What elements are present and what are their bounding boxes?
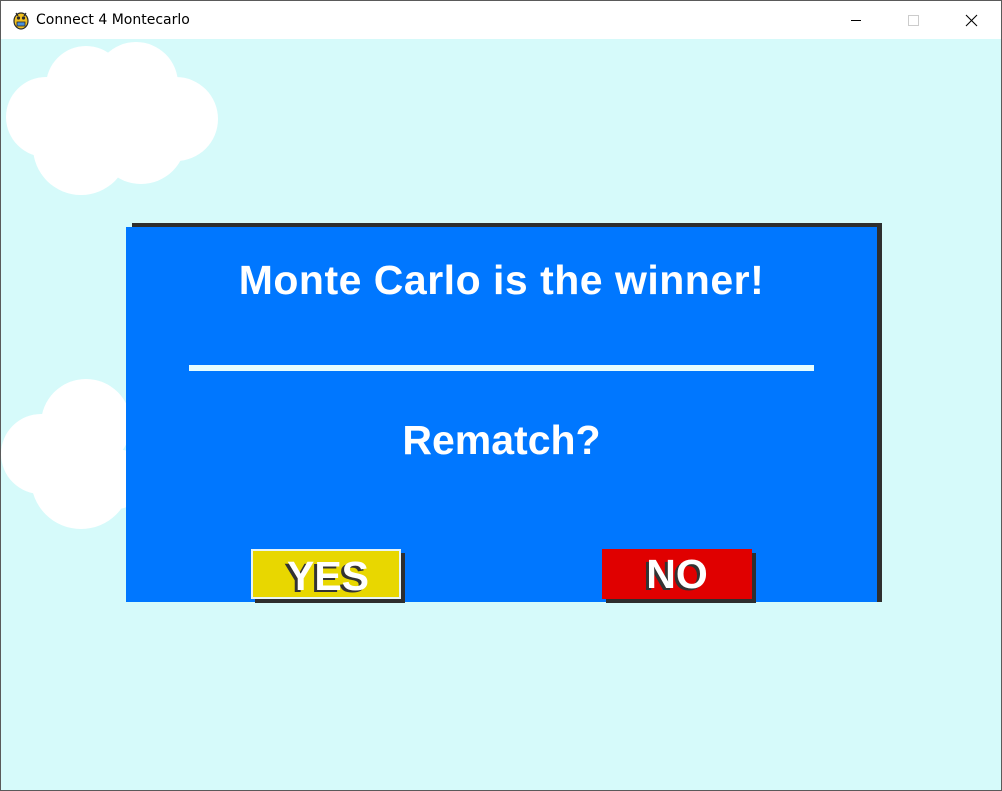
minimize-icon	[851, 20, 861, 21]
yes-button-label: YES	[286, 553, 370, 599]
yes-button[interactable]: YES	[251, 549, 405, 603]
rematch-prompt: Rematch?	[402, 417, 601, 463]
yes-button-face[interactable]: YES	[251, 549, 401, 599]
no-button-face[interactable]: NO	[602, 549, 752, 599]
game-canvas: Monte Carlo is the winner! Rematch? YES …	[1, 39, 1001, 790]
title-bar[interactable]: Connect 4 Montecarlo	[1, 1, 1001, 39]
no-button-label: NO	[646, 551, 708, 597]
maximize-icon	[908, 15, 919, 26]
app-window: Connect 4 Montecarlo Monte Carlo is the …	[0, 0, 1002, 791]
maximize-button[interactable]	[885, 1, 943, 39]
window-title: Connect 4 Montecarlo	[36, 12, 190, 28]
app-icon	[12, 10, 30, 30]
winner-message: Monte Carlo is the winner!	[238, 257, 765, 303]
close-icon	[965, 14, 978, 27]
no-button[interactable]: NO	[602, 549, 756, 603]
minimize-button[interactable]	[827, 1, 885, 39]
divider	[189, 365, 814, 371]
cloud-top	[6, 42, 218, 195]
game-over-dialog: Monte Carlo is the winner! Rematch? YES …	[126, 227, 877, 603]
cloud-left	[1, 379, 146, 529]
close-button[interactable]	[943, 1, 1001, 39]
